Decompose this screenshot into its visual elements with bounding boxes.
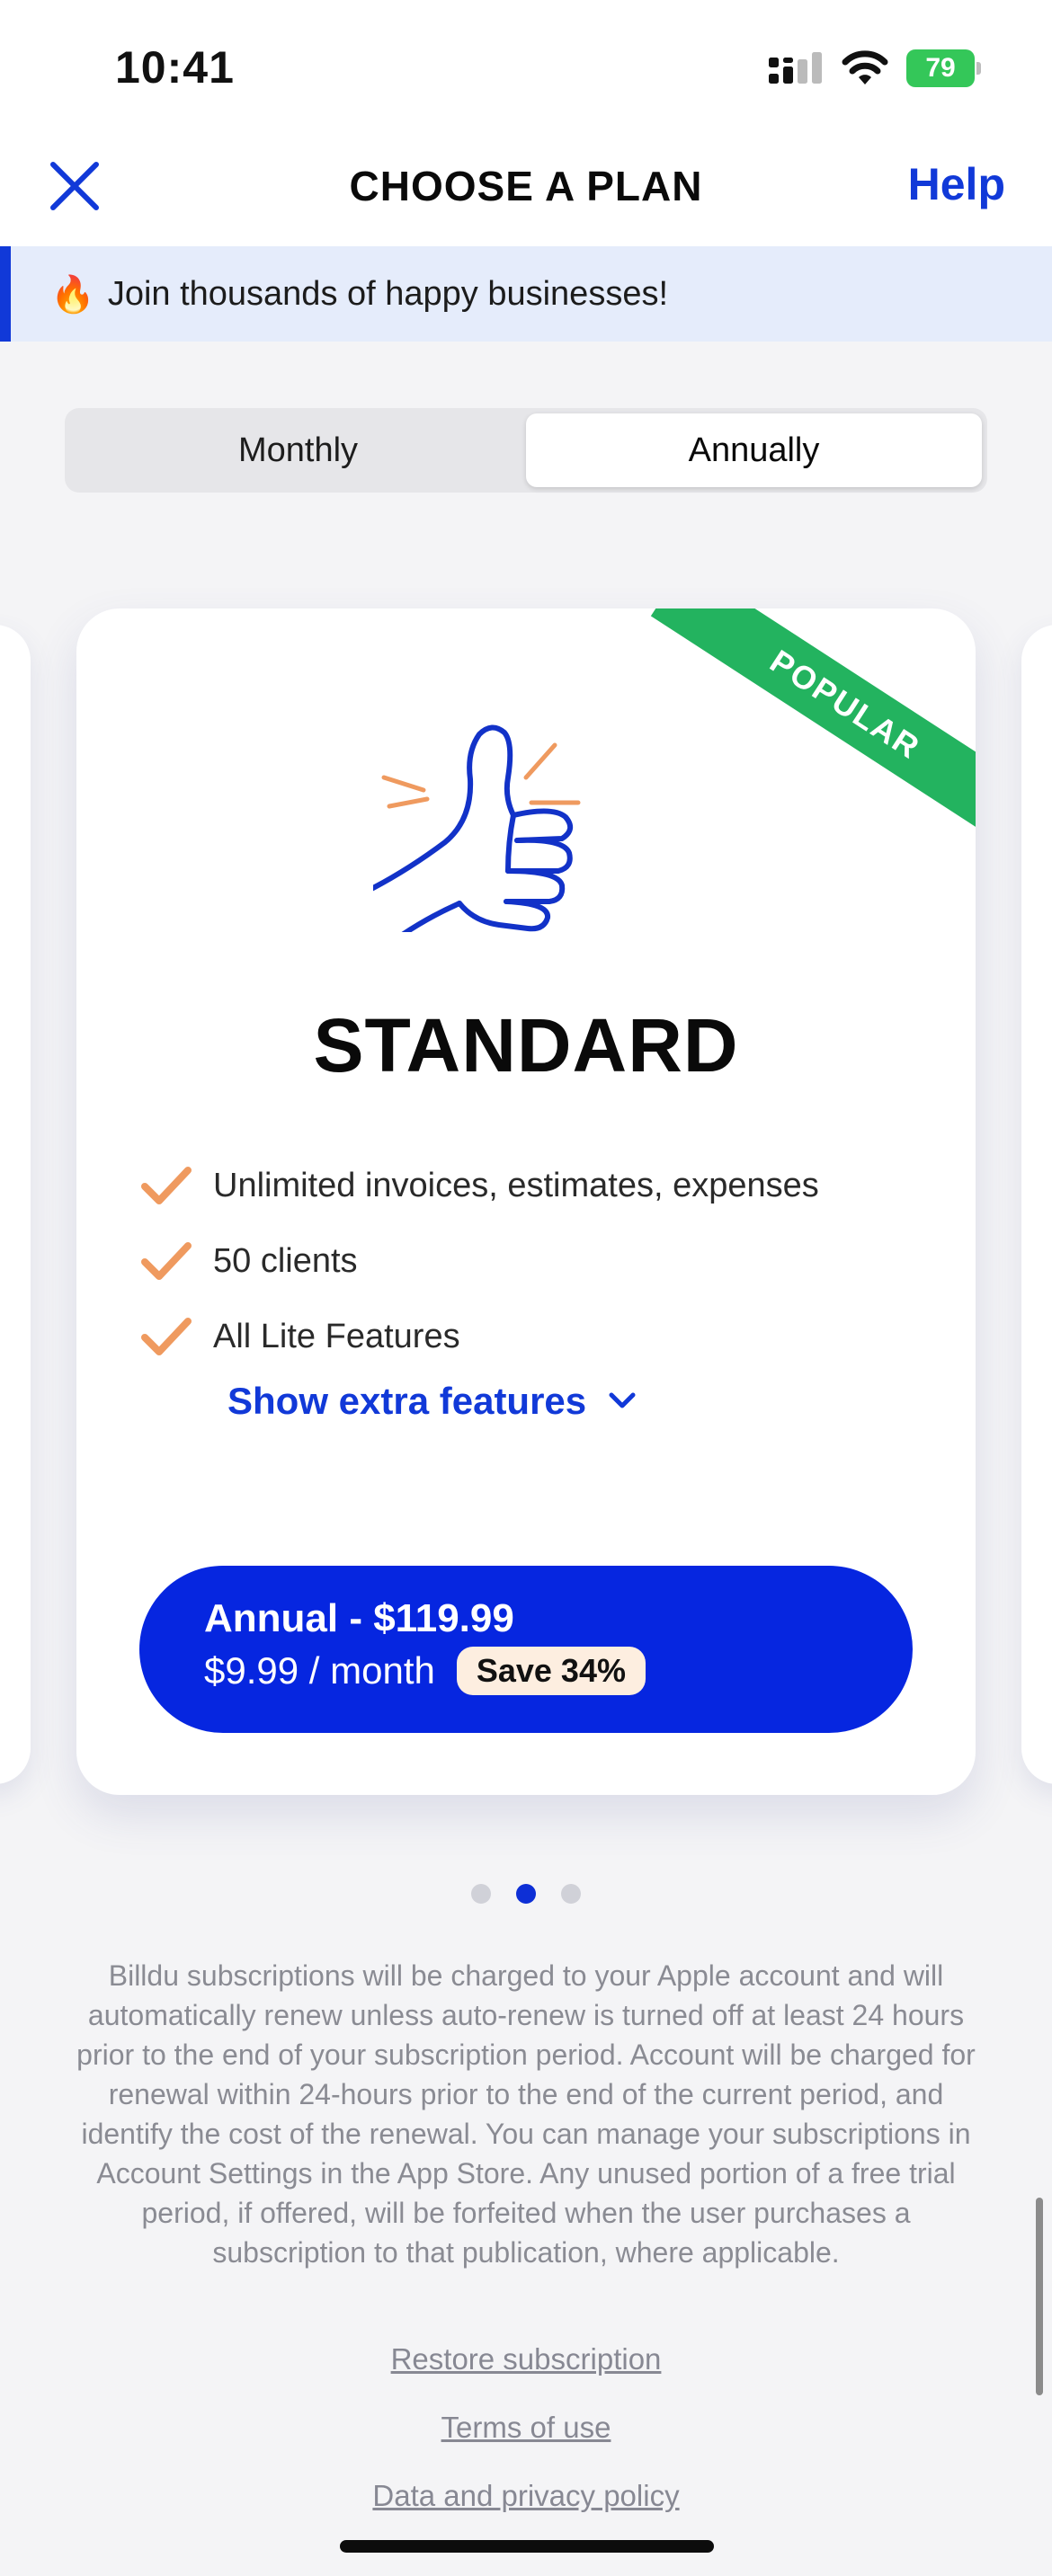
annual-subscribe-button[interactable]: Annual - $119.99 $9.99 / month Save 34% (139, 1566, 913, 1733)
fire-icon: 🔥 (50, 274, 95, 315)
home-indicator (340, 2540, 714, 2553)
restore-subscription-link[interactable]: Restore subscription (0, 2342, 1052, 2376)
feature-item: 50 clients (139, 1223, 819, 1299)
plan-name: STANDARD (313, 1003, 739, 1088)
cellular-signal-icon (769, 52, 822, 84)
help-link[interactable]: Help (908, 158, 1005, 210)
wifi-icon (842, 50, 888, 84)
battery-level: 79 (906, 49, 975, 87)
check-icon (141, 1167, 192, 1204)
pagination-dot[interactable] (561, 1884, 581, 1904)
check-icon (141, 1318, 192, 1355)
feature-text: Unlimited invoices, estimates, expenses (213, 1166, 819, 1204)
show-extra-features-button[interactable]: Show extra features (227, 1380, 637, 1423)
feature-item: Unlimited invoices, estimates, expenses (139, 1148, 819, 1223)
status-time: 10:41 (115, 42, 235, 93)
billing-period-toggle: Monthly Annually (65, 408, 987, 493)
terms-of-use-link[interactable]: Terms of use (0, 2411, 1052, 2445)
plan-card: POPULAR STANDARD Unlimited invoices, est… (76, 608, 976, 1795)
promo-banner: 🔥 Join thousands of happy businesses! (0, 246, 1052, 342)
cta-monthly-price: $9.99 / month (204, 1649, 435, 1692)
status-bar: 10:41 79 (0, 0, 1052, 135)
pagination-dot[interactable] (471, 1884, 491, 1904)
check-icon (141, 1242, 192, 1280)
nav-header: CHOOSE A PLAN Help (0, 135, 1052, 246)
paywall-screen: 10:41 79 CHOOSE A PLAN Help 🔥 Join thous… (0, 0, 1052, 2576)
toggle-option-annually[interactable]: Annually (526, 413, 982, 487)
subscription-legal-text: Billdu subscriptions will be charged to … (76, 1959, 976, 2269)
privacy-policy-link[interactable]: Data and privacy policy (0, 2479, 1052, 2513)
previous-plan-card[interactable] (0, 625, 31, 1784)
page-title: CHOOSE A PLAN (349, 163, 703, 209)
scrollbar[interactable] (1036, 2198, 1043, 2395)
pagination-dot-active[interactable] (516, 1884, 536, 1904)
feature-text: 50 clients (213, 1241, 358, 1280)
carousel-pagination (0, 1884, 1052, 1904)
next-plan-card[interactable] (1021, 625, 1052, 1784)
banner-text: Join thousands of happy businesses! (107, 274, 669, 313)
thumbs-up-illustration (373, 724, 581, 932)
feature-text: All Lite Features (213, 1317, 460, 1355)
show-extra-label: Show extra features (227, 1380, 587, 1422)
cta-title: Annual - $119.99 (204, 1596, 514, 1640)
feature-list: Unlimited invoices, estimates, expenses … (139, 1148, 819, 1374)
save-badge: Save 34% (456, 1647, 646, 1695)
chevron-down-icon (609, 1392, 636, 1408)
toggle-option-monthly[interactable]: Monthly (70, 413, 526, 487)
feature-item: All Lite Features (139, 1299, 819, 1374)
battery-icon: 79 (906, 49, 982, 87)
popular-ribbon: POPULAR (650, 608, 976, 847)
